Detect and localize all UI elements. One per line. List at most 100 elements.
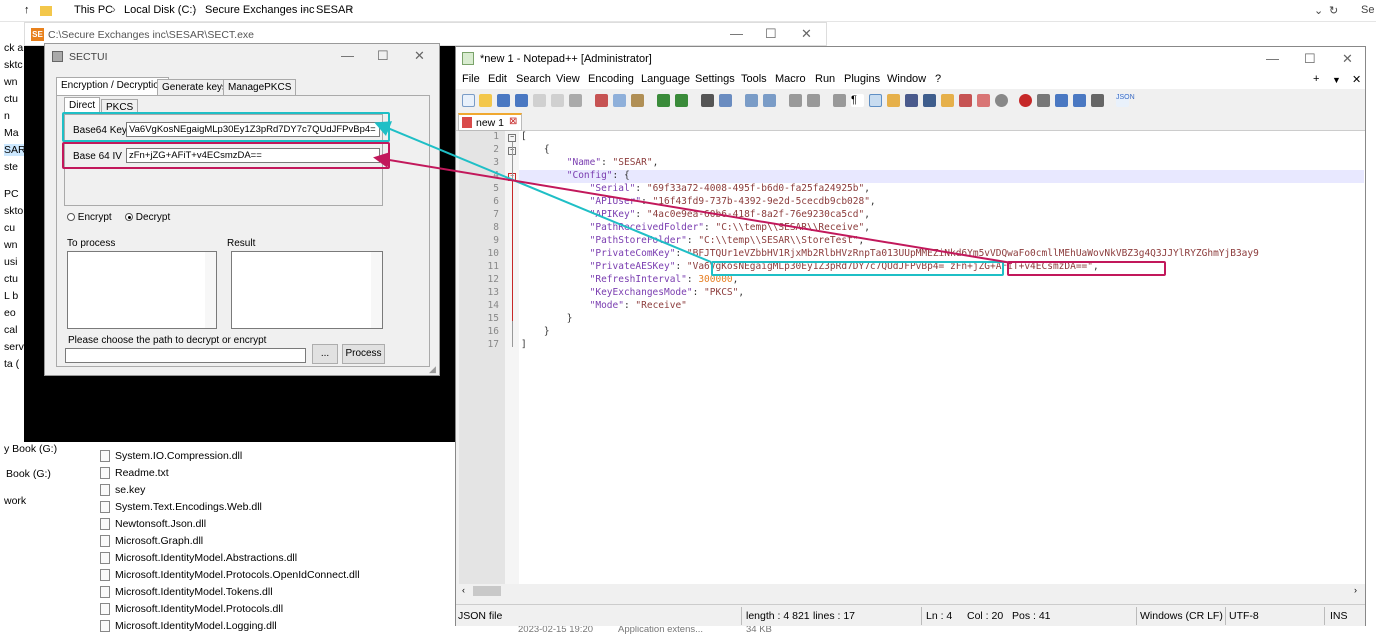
function-list-icon[interactable]	[923, 94, 936, 107]
nav-item[interactable]: cu	[4, 222, 15, 234]
maximize-button[interactable]: ☐	[765, 26, 777, 42]
sync-vertical-icon[interactable]	[789, 94, 802, 107]
nav-item[interactable]: serv	[4, 341, 24, 353]
replace-icon[interactable]	[719, 94, 732, 107]
sync-horizontal-icon[interactable]	[807, 94, 820, 107]
scrollbar[interactable]	[371, 252, 382, 328]
scroll-thumb[interactable]	[473, 586, 501, 596]
folder-workspace-icon[interactable]	[941, 94, 954, 107]
up-arrow-icon[interactable]: ↑	[24, 4, 30, 16]
cut-icon[interactable]	[595, 94, 608, 107]
menu-help[interactable]: ?	[935, 73, 941, 85]
path-input[interactable]	[65, 348, 306, 363]
doc-map-icon[interactable]	[905, 94, 918, 107]
to-process-textarea[interactable]	[67, 251, 217, 329]
nav-item[interactable]: L b	[4, 290, 18, 302]
show-all-chars-icon[interactable]: ¶	[851, 94, 864, 107]
maximize-button[interactable]: ☐	[377, 48, 389, 64]
menu-tools[interactable]: Tools	[741, 73, 767, 85]
nav-item[interactable]: ck a	[4, 42, 23, 54]
nav-item[interactable]: Book (G:)	[6, 468, 51, 480]
word-wrap-icon[interactable]	[833, 94, 846, 107]
nav-item[interactable]: work	[4, 495, 26, 507]
menu-run[interactable]: Run	[815, 73, 835, 85]
record-macro-icon[interactable]	[977, 94, 990, 107]
breadcrumb-item[interactable]: SESAR	[316, 4, 353, 16]
menu-language[interactable]: Language	[641, 73, 690, 85]
close-file-icon[interactable]	[533, 94, 546, 107]
close-tab-icon[interactable]: ⊠	[509, 116, 517, 127]
undo-icon[interactable]	[657, 94, 670, 107]
browse-button[interactable]: ...	[312, 344, 338, 364]
nav-item[interactable]: cal	[4, 324, 17, 336]
list-item[interactable]: Microsoft.IdentityModel.Protocols.OpenId…	[100, 566, 360, 583]
zoom-in-icon[interactable]	[745, 94, 758, 107]
tab-encryption-decryption[interactable]: Encryption / Decryption	[56, 77, 170, 95]
resize-grip-icon[interactable]: ◢	[429, 364, 436, 375]
minimize-button[interactable]: —	[1266, 51, 1279, 66]
plus-icon[interactable]: +	[1313, 73, 1319, 85]
process-button[interactable]: Process	[342, 344, 385, 364]
zoom-out-icon[interactable]	[763, 94, 776, 107]
print-icon[interactable]	[569, 94, 582, 107]
list-item[interactable]: se.key	[100, 481, 145, 498]
monitoring-icon[interactable]	[959, 94, 972, 107]
breadcrumb-item[interactable]: Secure Exchanges inc	[205, 4, 314, 16]
nav-item[interactable]: skto	[4, 205, 23, 217]
save-icon[interactable]	[497, 94, 510, 107]
close-all-icon[interactable]	[551, 94, 564, 107]
stop-record-icon[interactable]	[995, 94, 1008, 107]
find-icon[interactable]	[701, 94, 714, 107]
close-button[interactable]: ✕	[1342, 51, 1353, 67]
nav-item[interactable]: Ma	[4, 127, 19, 139]
nav-item[interactable]: y Book (G:)	[4, 443, 57, 455]
result-textarea[interactable]	[231, 251, 383, 329]
nav-item[interactable]: PC	[4, 188, 19, 200]
list-item[interactable]: Microsoft.IdentityModel.Abstractions.dll	[100, 549, 297, 566]
menu-search[interactable]: Search	[516, 73, 551, 85]
paste-icon[interactable]	[631, 94, 644, 107]
nav-item[interactable]: wn	[4, 239, 17, 251]
stop-icon[interactable]	[1037, 94, 1050, 107]
minimize-button[interactable]: —	[730, 26, 743, 41]
menu-window[interactable]: Window	[887, 73, 926, 85]
save-all-icon[interactable]	[515, 94, 528, 107]
fold-margin[interactable]: − − −	[505, 131, 519, 584]
play-multiple-icon[interactable]	[1073, 94, 1086, 107]
redo-icon[interactable]	[675, 94, 688, 107]
nav-item-selected[interactable]: SAR	[4, 144, 26, 156]
nav-item[interactable]: sktc	[4, 59, 23, 71]
dropdown-icon[interactable]: ▼	[1332, 75, 1341, 85]
close-icon[interactable]: ✕	[1352, 73, 1361, 86]
menu-view[interactable]: View	[556, 73, 580, 85]
nav-item[interactable]: ctu	[4, 93, 18, 105]
nav-item[interactable]: wn	[4, 76, 17, 88]
maximize-button[interactable]: ☐	[1304, 51, 1316, 67]
nav-item[interactable]: ctu	[4, 273, 18, 285]
editor-area[interactable]: − − − [ { "Name": "SESAR", "Config": { "…	[459, 131, 1365, 584]
list-item[interactable]: Microsoft.Graph.dll	[100, 532, 203, 549]
save-macro-icon[interactable]	[1091, 94, 1104, 107]
refresh-icon[interactable]: ↻	[1329, 4, 1338, 17]
play-macro-icon[interactable]	[1055, 94, 1068, 107]
open-file-icon[interactable]	[479, 94, 492, 107]
new-file-icon[interactable]	[462, 94, 475, 107]
breadcrumb-item[interactable]: This PC	[74, 4, 113, 16]
radio-decrypt[interactable]: Decrypt	[125, 212, 170, 223]
list-item[interactable]: Readme.txt	[100, 464, 169, 481]
scrollbar[interactable]	[205, 252, 216, 328]
list-item[interactable]: Microsoft.IdentityModel.Tokens.dll	[100, 583, 273, 600]
nav-item[interactable]: ste	[4, 161, 18, 173]
list-item[interactable]: Microsoft.IdentityModel.Protocols.dll	[100, 600, 283, 617]
nav-item[interactable]: usi	[4, 256, 17, 268]
horizontal-scrollbar[interactable]: ‹ ›	[459, 584, 1365, 598]
record-icon[interactable]	[1019, 94, 1032, 107]
tab-new-1[interactable]: new 1 ⊠	[458, 113, 522, 131]
menu-edit[interactable]: Edit	[488, 73, 507, 85]
menu-plugins[interactable]: Plugins	[844, 73, 880, 85]
list-item[interactable]: Newtonsoft.Json.dll	[100, 515, 206, 532]
radio-encrypt[interactable]: Encrypt	[67, 212, 112, 223]
menu-encoding[interactable]: Encoding	[588, 73, 634, 85]
list-item[interactable]: System.Text.Encodings.Web.dll	[100, 498, 262, 515]
fold-icon[interactable]: −	[508, 134, 516, 142]
